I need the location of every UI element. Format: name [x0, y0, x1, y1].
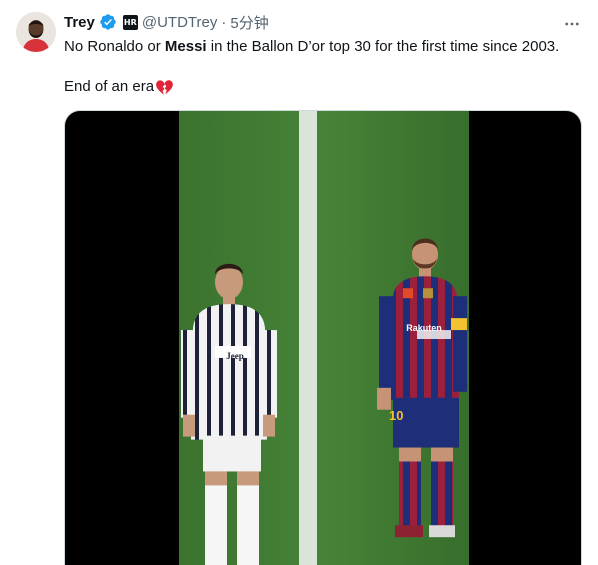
tweet-media-video[interactable]: Jeep Rakuten 10: [64, 110, 582, 565]
left-shirt-sponsor: Jeep: [226, 351, 244, 361]
more-horizontal-icon: [565, 22, 579, 26]
author-name[interactable]: Trey: [64, 14, 95, 31]
video-frame-image: [179, 111, 469, 565]
tweet-text-part-1: No Ronaldo or: [64, 38, 165, 55]
more-options-button[interactable]: [560, 12, 584, 36]
tweet-text-bold: Messi: [164, 38, 207, 55]
timestamp[interactable]: 5分钟: [230, 12, 268, 33]
shorts-number: 10: [389, 408, 404, 423]
tweet-card[interactable]: Trey HR @UTDTrey · 5分钟 No Ronaldo or Mes…: [0, 0, 598, 565]
tweet-text-line-2-text: End of an era: [64, 78, 155, 95]
tweet-text-line-1: No Ronaldo or Messi in the Ballon D’or t…: [64, 37, 584, 57]
avatar-image: [16, 12, 56, 52]
verified-badge-icon: [100, 14, 116, 30]
tweet-header: Trey HR @UTDTrey · 5分钟: [64, 12, 269, 32]
avatar[interactable]: [16, 12, 56, 52]
separator-dot: ·: [221, 13, 227, 31]
right-shirt-sponsor: Rakuten: [406, 323, 442, 333]
org-badge-icon[interactable]: HR: [122, 14, 138, 30]
tweet-text-line-2: End of an era: [64, 77, 584, 97]
author-handle[interactable]: @UTDTrey: [142, 14, 218, 31]
tweet-text-part-2: in the Ballon D’or top 30 for the first …: [206, 38, 560, 55]
broken-heart-icon: [156, 79, 173, 95]
tweet-text: No Ronaldo or Messi in the Ballon D’or t…: [64, 37, 584, 97]
